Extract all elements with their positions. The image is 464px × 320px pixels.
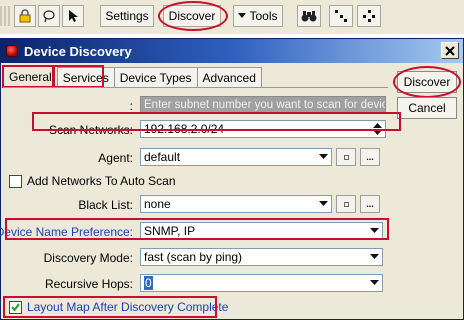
hint-label: :	[129, 99, 133, 113]
tab-services-label: Services	[62, 70, 109, 85]
chevron-down-icon	[316, 197, 330, 211]
tab-device-types[interactable]: Device Types	[113, 67, 198, 87]
agent-clear-button[interactable]	[336, 148, 356, 166]
spinner-icon[interactable]	[370, 122, 384, 136]
device-name-pref-value: SNMP, IP	[144, 224, 196, 238]
agent-value: default	[144, 150, 181, 164]
layout-map-label: Layout Map After Discovery Complete	[27, 300, 229, 314]
align-diagonal-icon[interactable]	[329, 5, 353, 27]
close-button[interactable]	[441, 42, 459, 59]
ellipsis-icon: ...	[366, 152, 374, 162]
discovery-mode-select[interactable]: fast (scan by ping)	[140, 248, 383, 266]
scan-networks-label: Scan Networks:	[48, 123, 133, 137]
scan-networks-input[interactable]: 192.168.2.0/24	[140, 120, 386, 138]
chevron-down-icon	[367, 250, 381, 264]
black-list-select[interactable]: none	[140, 195, 332, 213]
dialog-tabs: General Services Device Types Advanced	[3, 66, 262, 87]
tab-device-types-label: Device Types	[119, 70, 192, 85]
tools-menu-button[interactable]: Tools	[233, 5, 283, 27]
discovery-mode-value: fast (scan by ping)	[144, 250, 243, 264]
lasso-icon[interactable]	[38, 5, 60, 27]
tab-advanced-label: Advanced	[202, 70, 256, 85]
recursive-hops-row: Recursive Hops: 0	[3, 274, 388, 294]
checkmark-icon	[11, 303, 20, 312]
black-list-value: none	[144, 197, 171, 211]
dialog-titlebar[interactable]: Device Discovery	[1, 39, 463, 63]
small-square-icon	[343, 201, 349, 207]
pointer-icon[interactable]	[62, 5, 84, 27]
black-list-label: Black List:	[78, 198, 133, 212]
chevron-down-icon	[367, 224, 381, 238]
general-panel: : Enter subnet number you want to scan f…	[0, 87, 401, 319]
agent-select[interactable]: default	[140, 148, 332, 166]
agent-browse-button[interactable]: ...	[360, 148, 380, 166]
recursive-hops-value: 0	[144, 276, 153, 290]
discovery-mode-row: Discovery Mode: fast (scan by ping)	[3, 248, 388, 268]
scan-networks-row: Scan Networks: 192.168.2.0/24	[3, 120, 388, 140]
main-toolbar: Settings Discover Tools	[0, 0, 464, 34]
discovery-mode-label: Discovery Mode:	[43, 251, 133, 265]
scan-networks-value: 192.168.2.0/24	[144, 122, 225, 136]
layout-map-row: Layout Map After Discovery Complete	[3, 298, 388, 318]
cancel-button[interactable]: Cancel	[397, 97, 457, 119]
discover-toolbar-button[interactable]: Discover	[163, 5, 221, 27]
settings-button-label: Settings	[105, 9, 149, 23]
caret-down-icon	[238, 13, 247, 18]
hint-text: Enter subnet number you want to scan for…	[140, 96, 386, 114]
add-networks-label: Add Networks To Auto Scan	[27, 174, 176, 188]
tab-general[interactable]: General	[3, 66, 58, 87]
cancel-button-label: Cancel	[408, 101, 446, 115]
black-list-browse-button[interactable]: ...	[360, 195, 380, 213]
agent-row: Agent: default ...	[3, 148, 388, 168]
add-networks-checkbox[interactable]	[9, 175, 22, 188]
tab-general-label: General	[9, 70, 52, 84]
toolbar-grip	[0, 6, 10, 26]
tools-label: Tools	[249, 9, 278, 23]
close-icon	[445, 45, 455, 56]
small-square-icon	[343, 154, 349, 160]
chevron-down-icon	[367, 276, 381, 290]
binoculars-icon[interactable]	[297, 5, 321, 27]
ellipsis-icon: ...	[366, 199, 374, 209]
chevron-down-icon	[316, 150, 330, 164]
settings-button[interactable]: Settings	[100, 5, 154, 27]
lock-icon[interactable]	[14, 5, 36, 27]
black-list-clear-button[interactable]	[336, 195, 356, 213]
agent-label: Agent:	[98, 151, 133, 165]
layout-map-checkbox[interactable]	[9, 301, 22, 314]
app-icon	[6, 45, 18, 57]
black-list-row: Black List: none ...	[3, 195, 388, 215]
tab-advanced[interactable]: Advanced	[196, 67, 262, 87]
layout-nodes-icon[interactable]	[357, 5, 381, 27]
discover-button[interactable]: Discover	[397, 71, 457, 93]
dialog-title: Device Discovery	[24, 43, 132, 59]
tab-services[interactable]: Services	[56, 67, 115, 87]
device-name-pref-label: Device Name Preference:	[0, 225, 133, 239]
device-discovery-dialog: Device Discovery General Services Device…	[0, 38, 464, 320]
device-name-pref-row: Device Name Preference: SNMP, IP	[0, 222, 388, 242]
discover-button-label: Discover	[403, 75, 451, 89]
recursive-hops-select[interactable]: 0	[140, 274, 383, 292]
add-networks-row: Add Networks To Auto Scan	[3, 172, 388, 192]
hint-row: : Enter subnet number you want to scan f…	[3, 96, 388, 116]
discover-toolbar-label: Discover	[168, 9, 216, 23]
device-name-pref-select[interactable]: SNMP, IP	[140, 222, 383, 240]
recursive-hops-label: Recursive Hops:	[44, 277, 133, 291]
